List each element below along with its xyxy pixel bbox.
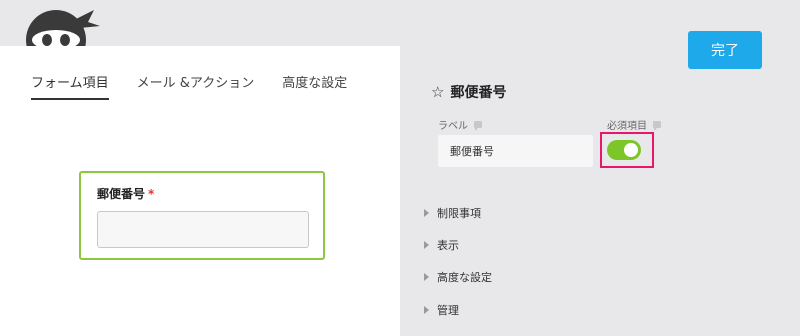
- expand-triangle-icon: [424, 306, 429, 314]
- zip-field-card[interactable]: 郵便番号 *: [79, 171, 325, 260]
- ninja-logo-icon: [26, 10, 100, 46]
- required-caption-text: 必須項目: [607, 121, 647, 132]
- settings-title-text: 郵便番号: [450, 85, 507, 101]
- zip-field-input[interactable]: [97, 211, 309, 248]
- section-advanced[interactable]: 高度な設定: [424, 269, 492, 285]
- done-button[interactable]: 完了: [688, 31, 762, 69]
- label-caption: ラベル: [438, 117, 482, 132]
- required-toggle[interactable]: [607, 140, 641, 160]
- toggle-knob: [624, 143, 638, 157]
- section-label: 管理: [437, 304, 459, 317]
- section-label: 表示: [437, 239, 459, 252]
- section-administration[interactable]: 管理: [424, 302, 459, 318]
- label-caption-text: ラベル: [438, 121, 468, 132]
- required-star: *: [148, 187, 155, 201]
- expand-triangle-icon: [424, 209, 429, 217]
- builder-tabs: フォーム項目 メール &アクション 高度な設定: [31, 72, 375, 100]
- tab-emails-actions[interactable]: メール &アクション: [137, 72, 255, 100]
- tab-form-fields[interactable]: フォーム項目: [31, 72, 109, 100]
- expand-triangle-icon: [424, 273, 429, 281]
- section-label: 制限事項: [437, 207, 481, 220]
- section-label: 高度な設定: [437, 271, 492, 284]
- help-bubble-icon[interactable]: [653, 121, 661, 131]
- form-builder-panel: フォーム項目 メール &アクション 高度な設定 郵便番号 *: [0, 46, 400, 336]
- zip-field-label: 郵便番号 *: [97, 185, 154, 202]
- required-caption: 必須項目: [607, 117, 661, 132]
- section-display[interactable]: 表示: [424, 237, 459, 253]
- help-bubble-icon[interactable]: [474, 121, 482, 131]
- settings-title: ☆ 郵便番号: [431, 82, 506, 102]
- star-icon[interactable]: ☆: [431, 83, 444, 101]
- zip-field-label-text: 郵便番号: [97, 187, 146, 201]
- label-input[interactable]: 郵便番号: [438, 135, 593, 167]
- section-restrictions[interactable]: 制限事項: [424, 205, 481, 221]
- expand-triangle-icon: [424, 241, 429, 249]
- tab-advanced[interactable]: 高度な設定: [282, 72, 347, 100]
